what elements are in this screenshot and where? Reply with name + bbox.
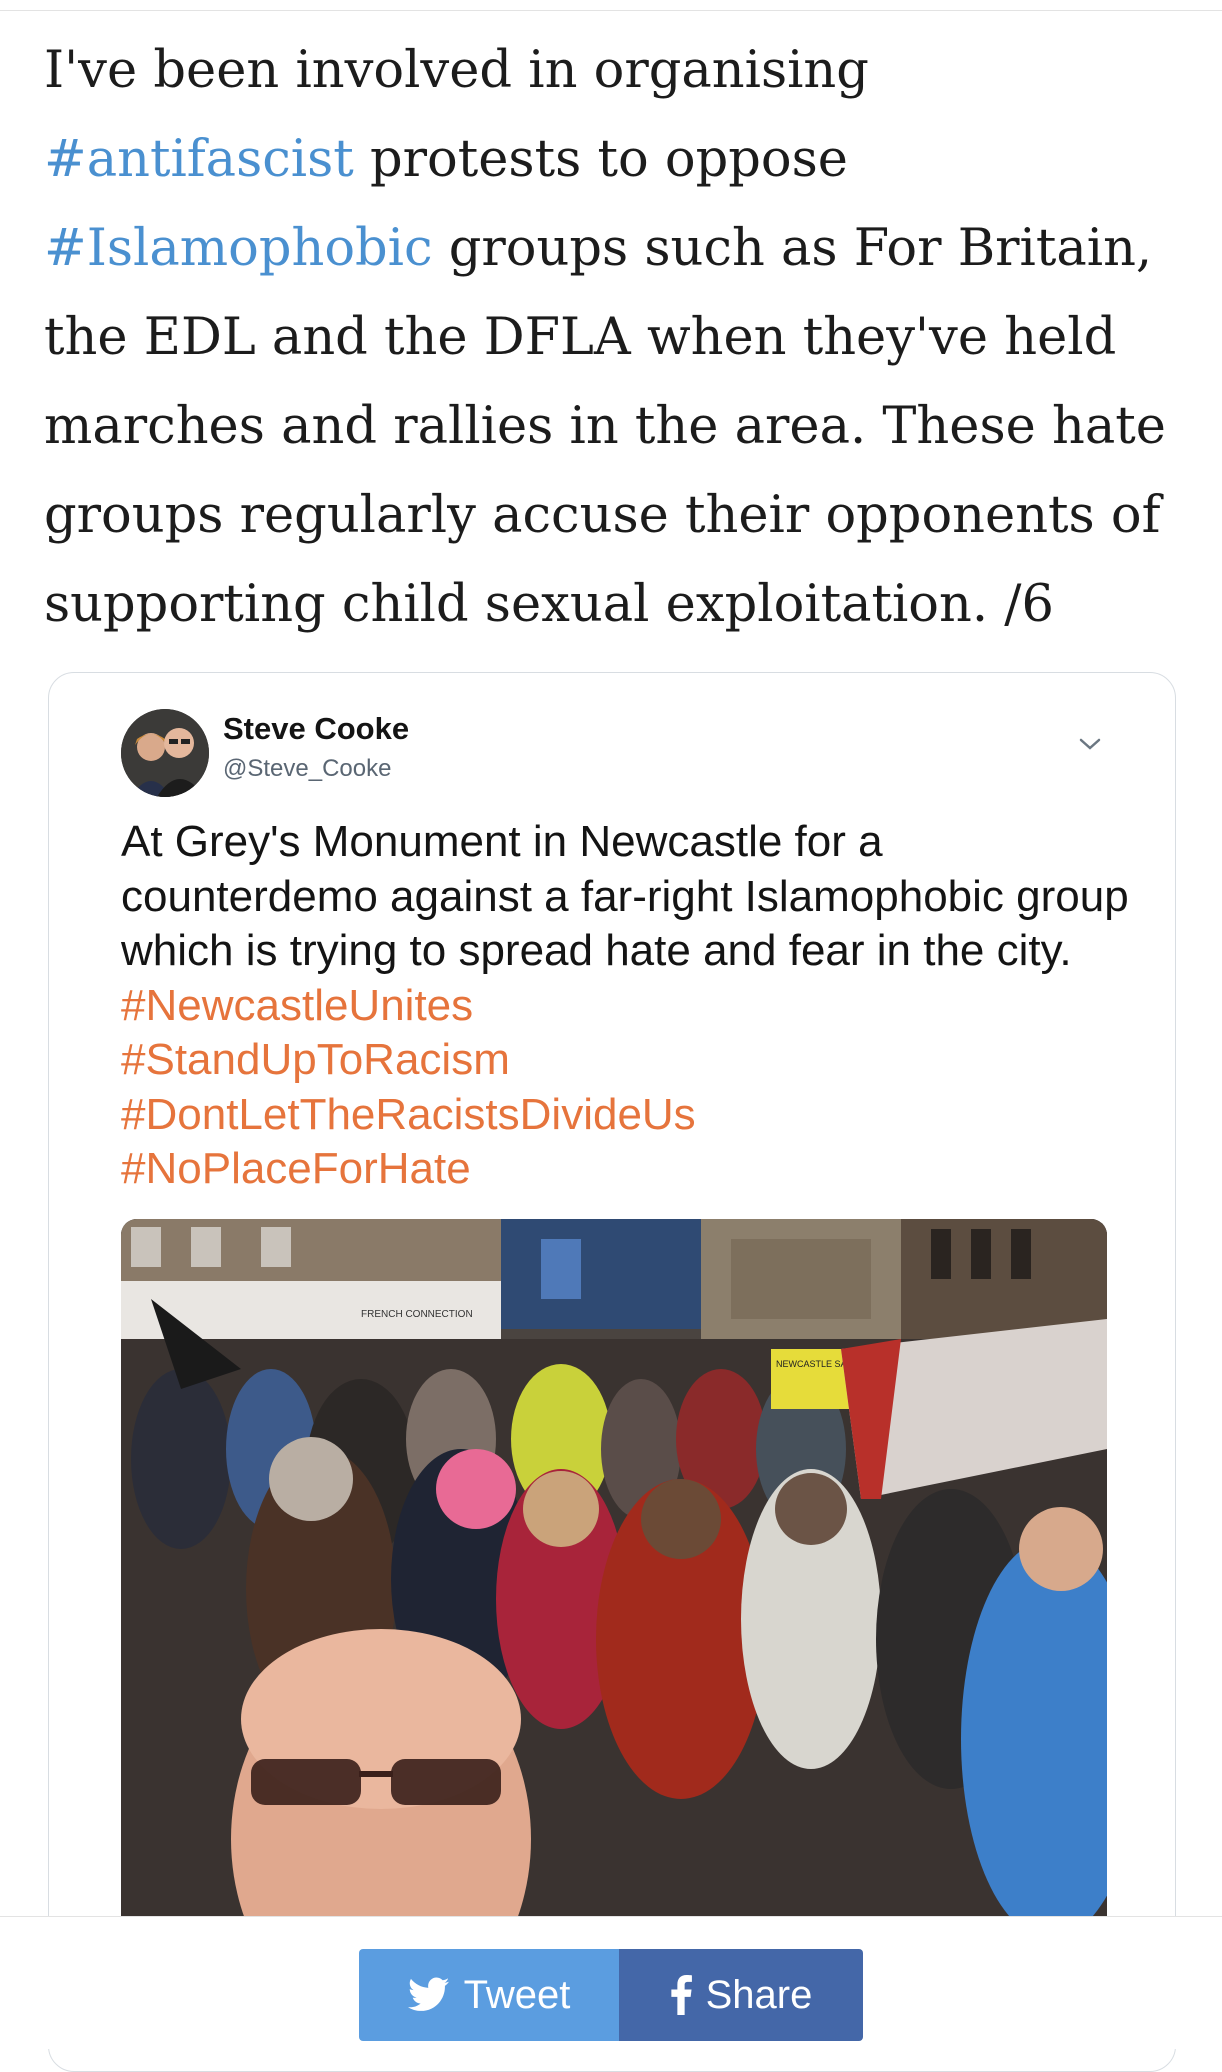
hashtag-link-antifascist[interactable]: #antifascist: [44, 130, 354, 189]
tweet-body-text: At Grey's Monument in Newcastle for a co…: [121, 817, 1129, 975]
shop-sign: FRENCH CONNECTION: [361, 1309, 473, 1320]
hashtag-dontlettheracistsdivideus[interactable]: #DontLetTheRacistsDivideUs: [121, 1090, 696, 1139]
share-button-label: Share: [705, 1972, 813, 2017]
tweet-button[interactable]: Tweet: [359, 1949, 619, 2041]
avatar-photo: [121, 709, 209, 797]
article-text-segment: I've been involved in organising: [44, 41, 869, 100]
top-divider: [0, 0, 1222, 11]
tweet-photo[interactable]: FRENCH CONNECTION NEWCASTLE SAY N: [121, 1219, 1107, 1959]
article-text-segment: groups such as For Britain, the EDL and …: [44, 219, 1166, 634]
hashtag-standuptoracism[interactable]: #StandUpToRacism: [121, 1035, 510, 1084]
facebook-share-button[interactable]: Share: [619, 1949, 863, 2041]
avatar[interactable]: [121, 709, 209, 797]
chevron-down-icon[interactable]: [1073, 727, 1107, 761]
hashtag-link-islamophobic[interactable]: #Islamophobic: [44, 219, 433, 278]
tweet-text: At Grey's Monument in Newcastle for a co…: [121, 815, 1131, 1197]
tweet-button-label: Tweet: [463, 1972, 571, 2017]
article-text-segment: protests to oppose: [353, 130, 848, 189]
author-handle[interactable]: @Steve_Cooke: [223, 755, 391, 783]
facebook-f-icon: [670, 1975, 692, 2015]
hashtag-noplaceforhate[interactable]: #NoPlaceForHate: [121, 1144, 471, 1193]
share-bar: Tweet Share: [0, 1916, 1222, 2049]
author-name[interactable]: Steve Cooke: [223, 711, 409, 747]
hashtag-newcastleunites[interactable]: #NewcastleUnites: [121, 981, 473, 1030]
embedded-tweet-card[interactable]: Steve Cooke @Steve_Cooke At Grey's Monum…: [48, 672, 1176, 2072]
twitter-bird-icon: [407, 1977, 449, 2011]
crowd-photo: FRENCH CONNECTION NEWCASTLE SAY N: [121, 1219, 1107, 1959]
article-paragraph: I've been involved in organising #antifa…: [44, 26, 1184, 649]
